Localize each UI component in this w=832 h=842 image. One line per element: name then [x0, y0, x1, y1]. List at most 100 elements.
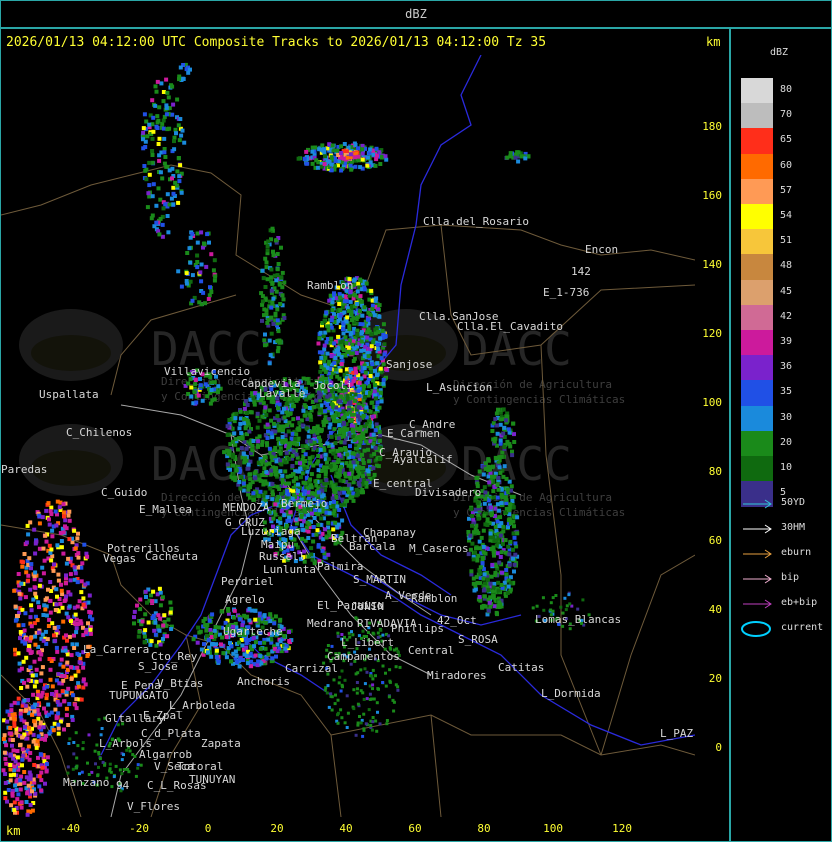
echo-pixel [227, 418, 232, 422]
echo-pixel [33, 570, 38, 575]
echo-pixel [277, 428, 282, 433]
echo-pixel [65, 638, 69, 643]
echo-pixel [333, 702, 337, 706]
echo-pixel [348, 444, 352, 449]
echo-pixel [272, 448, 277, 453]
echo-pixel [559, 605, 563, 609]
echo-pixel [368, 698, 372, 701]
echo-pixel [356, 687, 359, 691]
echo-pixel [325, 351, 330, 356]
echo-pixel [241, 481, 246, 486]
echo-pixel [328, 422, 333, 427]
echo-pixel [159, 81, 164, 86]
echo-pixel [265, 495, 270, 500]
echo-pixel [20, 564, 25, 569]
echo-pixel [332, 361, 337, 366]
echo-pixel [13, 759, 18, 764]
echo-pixel [37, 774, 42, 779]
legend-swatch [741, 355, 773, 381]
echo-pixel [506, 584, 511, 589]
echo-pixel [374, 373, 379, 378]
echo-pixel [371, 668, 375, 672]
echo-pixel [243, 456, 248, 461]
echo-pixel [504, 476, 509, 481]
echo-pixel [509, 484, 514, 489]
echo-pixel [320, 548, 325, 553]
echo-pixel [229, 659, 234, 664]
echo-pixel [369, 724, 373, 727]
echo-pixel [283, 469, 288, 474]
echo-pixel [471, 557, 476, 562]
echo-pixel [18, 778, 23, 783]
echo-pixel [7, 731, 12, 736]
echo-pixel [293, 437, 298, 441]
echo-pixel [378, 336, 383, 341]
echo-pixel [67, 537, 72, 542]
echo-pixel [231, 471, 236, 476]
echo-pixel [14, 787, 19, 792]
echo-pixel [485, 517, 490, 522]
echo-pixel [251, 491, 256, 496]
echo-pixel [176, 269, 181, 274]
echo-pixel [34, 745, 39, 750]
echo-pixel [494, 610, 499, 615]
echo-pixel [69, 677, 74, 681]
echo-pixel [339, 355, 344, 359]
echo-pixel [341, 331, 346, 336]
echo-pixel [68, 578, 73, 583]
legend-swatch [741, 153, 773, 180]
echo-pixel [275, 267, 280, 272]
echo-pixel [256, 659, 261, 664]
echo-pixel [150, 136, 155, 141]
echo-pixel [68, 572, 73, 577]
radar-map[interactable]: DACC Dirección de Agricultura y Continge… [1, 55, 695, 817]
echo-pixel [161, 118, 166, 123]
echo-pixel [76, 669, 81, 674]
echo-pixel [83, 630, 88, 635]
echo-pixel [153, 632, 158, 637]
echo-pixel [56, 672, 61, 677]
echo-pixel [375, 342, 380, 347]
echo-pixel [101, 760, 105, 764]
echo-pixel [489, 574, 494, 579]
echo-pixel [153, 84, 158, 89]
echo-pixel [492, 439, 497, 444]
echo-pixel [76, 555, 81, 560]
echo-pixel [368, 147, 373, 152]
echo-pixel [482, 513, 487, 518]
echo-pixel [257, 611, 262, 616]
echo-pixel [316, 454, 321, 458]
echo-pixel [36, 734, 41, 739]
echo-pixel [59, 657, 64, 662]
echo-pixel [242, 421, 247, 426]
echo-pixel [81, 625, 85, 630]
legend-level-label: 54 [780, 210, 793, 221]
echo-pixel [32, 659, 37, 664]
echo-pixel [355, 460, 360, 465]
echo-pixel [210, 641, 215, 646]
echo-pixel [50, 534, 55, 539]
echo-pixel [147, 160, 152, 165]
echo-pixel [151, 589, 156, 594]
echo-pixel [141, 130, 146, 135]
echo-pixel [158, 642, 163, 647]
place-label: S_ROSA [458, 633, 498, 646]
echo-pixel [151, 129, 156, 134]
echo-pixel [69, 665, 73, 670]
echo-pixel [55, 543, 60, 548]
echo-pixel [265, 277, 270, 282]
echo-pixel [262, 466, 267, 471]
echo-pixel [319, 355, 324, 360]
echo-pixel [56, 625, 61, 629]
echo-pixel [330, 300, 335, 305]
echo-pixel [70, 642, 75, 647]
echo-pixel [475, 500, 480, 505]
echo-pixel [263, 285, 268, 289]
echo-pixel [204, 628, 209, 633]
echo-pixel [188, 235, 193, 240]
echo-pixel [359, 339, 364, 344]
echo-pixel [350, 427, 355, 432]
echo-pixel [470, 514, 475, 519]
echo-pixel [306, 529, 311, 534]
echo-pixel [339, 689, 343, 693]
